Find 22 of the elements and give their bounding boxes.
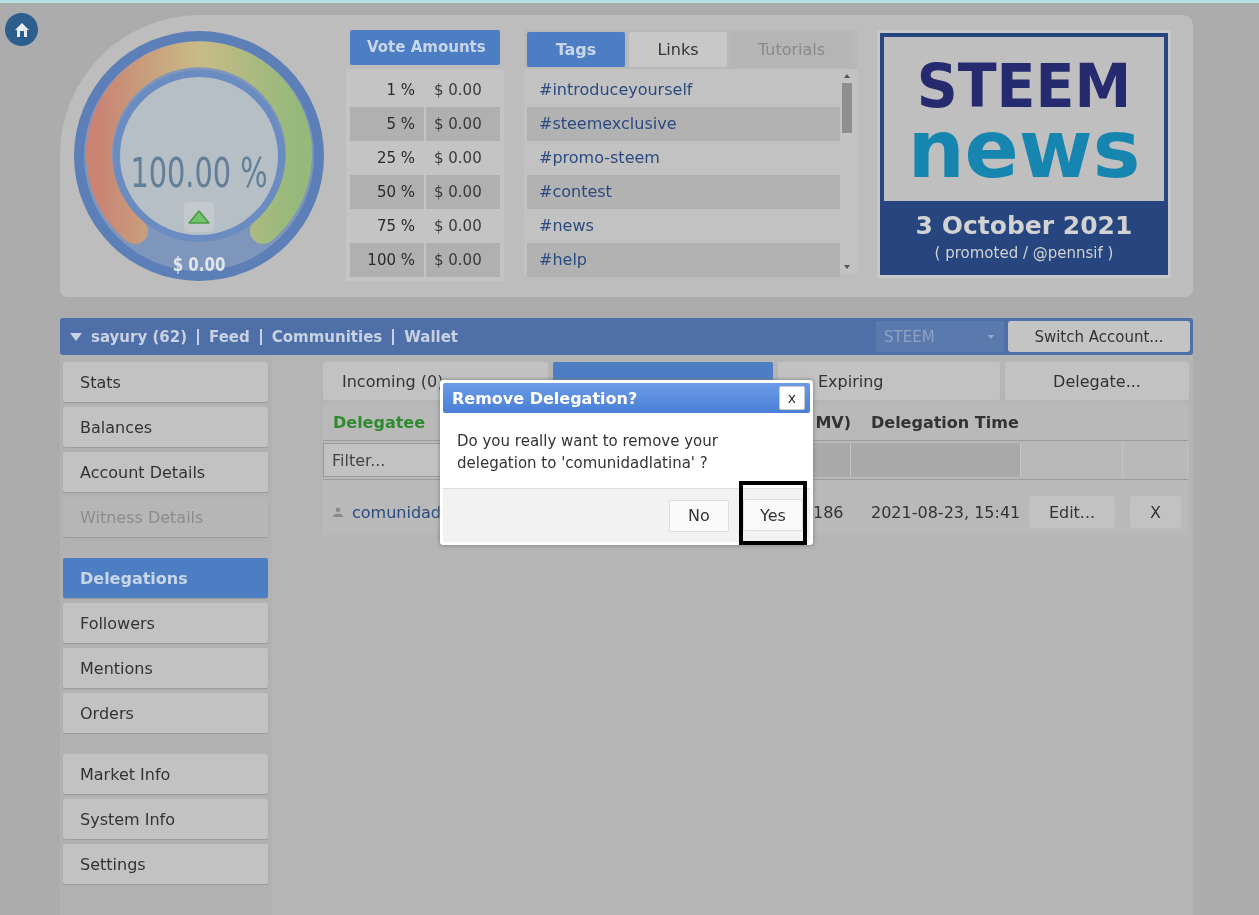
column-header: Delegation Time (870, 412, 1020, 434)
table-cell: $ 0.00 (426, 107, 500, 141)
vote-amounts-header: Vote Amounts (350, 30, 500, 65)
column-header: Delegatee (332, 412, 427, 434)
table-cell: 186 (813, 502, 844, 522)
vote-percent: 100.00 % (130, 150, 268, 196)
table-cell: 5 % (350, 107, 426, 141)
logo-text: news (907, 117, 1141, 183)
logo-text: STEEM (916, 55, 1132, 117)
table-cell: 100 % (350, 243, 426, 277)
table-cell: 50 % (350, 175, 426, 209)
dialog-message: Do you really want to remove your delegation to 'comunidadlatina' ? (457, 432, 718, 472)
column-header: MV) (814, 412, 851, 434)
table-cell: $ 0.00 (426, 243, 500, 277)
table-cell: 2021-08-23, 15:41 (871, 502, 1021, 522)
table-cell-text: $ 0.00 (433, 80, 483, 101)
table-cell: $ 0.00 (426, 175, 500, 209)
vote-value: $ 0.00 (172, 252, 226, 276)
news-date: 3 October 2021 (915, 211, 1133, 240)
table-cell-text: $ 0.00 (433, 148, 483, 169)
news-credit: ( promoted / @pennsif ) (934, 244, 1114, 262)
table-cell-text: $ 0.00 (433, 216, 483, 237)
